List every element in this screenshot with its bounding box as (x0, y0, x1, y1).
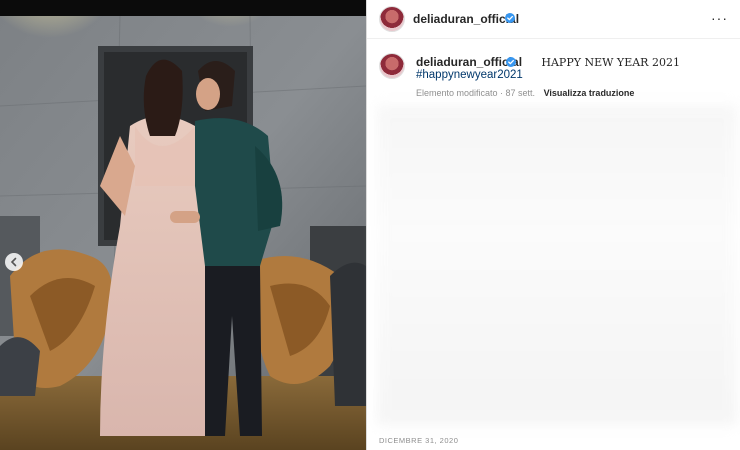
post-date: DICEMBRE 31, 2020 (379, 436, 459, 445)
photo-illustration (0, 16, 366, 450)
caption-verified-badge-icon (506, 57, 516, 67)
edited-label: Elemento modificato · 87 sett. (416, 88, 536, 98)
caption-avatar[interactable] (379, 53, 405, 79)
verified-badge-icon (505, 13, 515, 23)
header-username[interactable]: deliaduran_official (413, 12, 519, 26)
avatar[interactable] (379, 6, 405, 32)
post-photo[interactable] (0, 16, 366, 450)
caption: deliaduran_official HAPPY NEW YEAR 2021 (416, 55, 680, 69)
translate-link[interactable]: Visualizza traduzione (544, 88, 635, 98)
more-options-icon[interactable]: ··· (711, 10, 728, 26)
chevron-left-icon (10, 257, 17, 267)
post-meta: Elemento modificato · 87 sett. Visualizz… (416, 88, 634, 98)
blurred-comments-area (377, 105, 737, 425)
caption-text: HAPPY NEW YEAR 2021 (541, 56, 680, 69)
post-side-panel: deliaduran_official ··· deliaduran_offic… (367, 0, 740, 450)
hashtag-link[interactable]: #happynewyear2021 (416, 69, 523, 81)
post-header: deliaduran_official ··· (367, 0, 740, 39)
previous-photo-button[interactable] (5, 253, 23, 271)
top-black-bar (0, 0, 368, 16)
